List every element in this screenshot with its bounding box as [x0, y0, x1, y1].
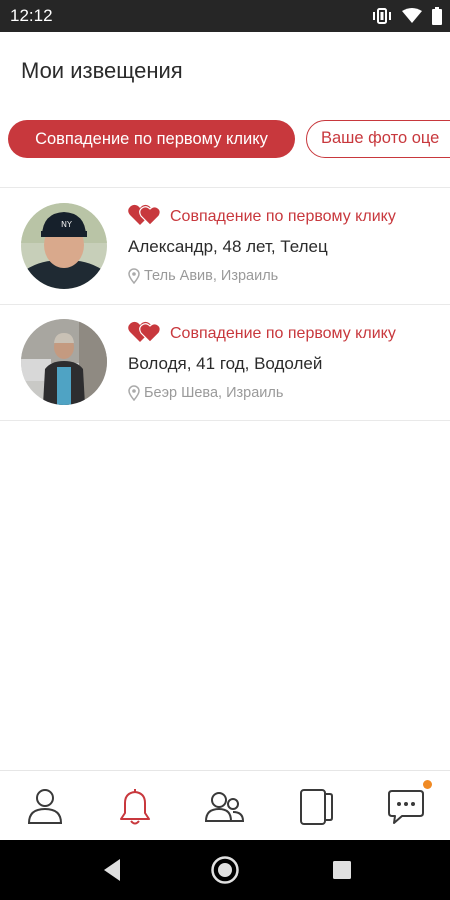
location-text: Тель Авив, Израиль: [144, 268, 279, 284]
match-label: Совпадение по первому клику: [170, 208, 396, 225]
page-title: Мои извещения: [21, 58, 183, 83]
avatar[interactable]: [21, 319, 107, 405]
double-heart-icon: [128, 204, 162, 231]
double-heart-icon: [128, 321, 162, 348]
divider: [0, 420, 450, 421]
notification-item[interactable]: Совпадение по первому клику Володя, 41 г…: [0, 305, 450, 421]
unread-badge: [423, 780, 432, 789]
filter-chip-photo-rated[interactable]: Ваше фото оце: [306, 120, 450, 158]
home-icon[interactable]: [210, 855, 240, 890]
wifi-icon: [402, 8, 422, 24]
svg-text:NY: NY: [61, 220, 72, 229]
back-icon[interactable]: [100, 855, 124, 890]
avatar[interactable]: NY: [21, 203, 107, 289]
person-info: Александр, 48 лет, Телец: [128, 237, 328, 256]
bell-icon[interactable]: [113, 785, 157, 829]
filter-chips: Совпадение по первому клику Ваше фото оц…: [8, 120, 450, 160]
recents-icon[interactable]: [327, 855, 357, 890]
status-bar: 12:12: [0, 0, 450, 32]
location-pin-icon: [128, 268, 140, 289]
battery-icon: [432, 7, 442, 25]
cards-icon[interactable]: [294, 785, 338, 829]
chat-icon[interactable]: [384, 785, 428, 829]
vibrate-icon: [372, 7, 392, 25]
location-pin-icon: [128, 385, 140, 406]
status-time: 12:12: [10, 6, 53, 25]
person-info: Володя, 41 год, Водолей: [128, 354, 323, 373]
notification-item[interactable]: NY Совпадение по первому клику Александр…: [0, 188, 450, 304]
match-label: Совпадение по первому клику: [170, 325, 396, 342]
bottom-nav: [0, 770, 450, 841]
filter-chip-first-click-match[interactable]: Совпадение по первому клику: [8, 120, 295, 158]
profile-icon[interactable]: [23, 785, 67, 829]
system-nav-bar: [0, 840, 450, 900]
people-icon[interactable]: [203, 785, 247, 829]
status-icons: [372, 7, 442, 25]
location-text: Беэр Шева, Израиль: [144, 385, 284, 401]
